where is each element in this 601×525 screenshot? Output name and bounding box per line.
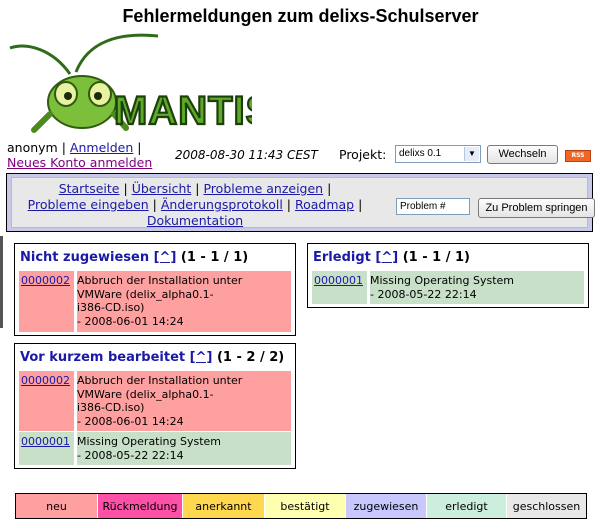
panel-collapse-link[interactable]: [^]	[190, 350, 213, 365]
issue-id-link[interactable]: 0000002	[21, 374, 70, 388]
issue-summary: Abbruch der Installation unter VMWare (d…	[77, 274, 242, 328]
issue-summary-line: i386-CD.iso)	[77, 301, 145, 314]
panel-header: Erledigt [^] (1 - 1 / 1)	[313, 250, 470, 265]
main-menu-inner: Startseite | Übersicht | Probleme anzeig…	[11, 177, 595, 229]
window-edge	[0, 236, 3, 328]
menu-item-probleme-eingeben[interactable]: Probleme eingeben	[28, 197, 149, 212]
panel-count: (1 - 1 / 1)	[402, 250, 470, 265]
panel-title: Nicht zugewiesen	[20, 250, 150, 265]
legend-feedback: Rückmeldung	[98, 494, 182, 518]
mantis-logo: MANTIS	[9, 33, 252, 134]
legend-assigned: zugewiesen	[346, 494, 426, 518]
issue-row: 0000002 Abbruch der Installation unter V…	[19, 371, 291, 431]
issue-summary-line: VMWare (delix_alpha0.1-	[77, 387, 214, 401]
issue-date: - 2008-06-01 14:24	[77, 414, 184, 428]
panel-header: Vor kurzem bearbeitet [^] (1 - 2 / 2)	[20, 350, 284, 365]
issue-date: - 2008-05-22 22:14	[77, 448, 184, 462]
login-area: anonym | Anmelden | Neues Konto anmelden	[7, 140, 152, 170]
current-datetime: 2008-08-30 11:43 CEST	[175, 148, 318, 162]
panel-count: (1 - 1 / 1)	[180, 250, 249, 265]
legend-closed: geschlossen	[507, 494, 586, 518]
problem-number-input[interactable]: Problem #	[396, 198, 470, 215]
issue-date: - 2008-05-22 22:14	[370, 287, 477, 301]
issue-summary-line: Abbruch der Installation unter	[77, 274, 243, 287]
issue-id-link[interactable]: 0000002	[21, 274, 70, 288]
issue-id-cell: 0000001	[19, 432, 74, 465]
menu-separator: |	[358, 197, 363, 212]
panel-recently-modified: Vor kurzem bearbeitet [^] (1 - 2 / 2) 00…	[14, 343, 296, 469]
register-link[interactable]: Neues Konto anmelden	[7, 155, 152, 170]
project-label: Projekt:	[339, 147, 387, 162]
legend-new: neu	[16, 494, 97, 518]
panel-unassigned: Nicht zugewiesen [^] (1 - 1 / 1) 0000002…	[14, 243, 296, 336]
issue-row: 0000001 Missing Operating System - 2008-…	[312, 271, 584, 304]
issue-id-link[interactable]: 0000001	[21, 435, 70, 449]
menu-separator: |	[327, 181, 332, 196]
status-legend: neu Rückmeldung anerkannt bestätigt zuge…	[15, 493, 587, 519]
menu-separator: |	[152, 197, 157, 212]
separator: |	[61, 140, 66, 155]
menu-item-roadmap[interactable]: Roadmap	[295, 197, 354, 212]
menu-separator: |	[123, 181, 128, 196]
issue-summary-line: Abbruch der Installation unter	[77, 374, 243, 387]
panel-title: Erledigt	[313, 250, 371, 265]
panel-count: (1 - 2 / 2)	[216, 350, 285, 365]
issue-summary: Abbruch der Installation unter VMWare (d…	[77, 374, 242, 428]
switch-project-button[interactable]: Wechseln	[487, 145, 558, 164]
issue-date: - 2008-06-01 14:24	[77, 314, 184, 328]
rss-icon[interactable]: RSS	[565, 150, 591, 162]
panel-header: Nicht zugewiesen [^] (1 - 1 / 1)	[20, 250, 248, 265]
main-menu: Startseite | Übersicht | Probleme anzeig…	[6, 173, 595, 232]
issue-id-cell: 0000002	[19, 271, 74, 332]
menu-item-startseite[interactable]: Startseite	[59, 181, 120, 196]
issue-row: 0000001 Missing Operating System - 2008-…	[19, 432, 291, 465]
jump-to-problem-button[interactable]: Zu Problem springen	[478, 198, 595, 218]
panel-title: Vor kurzem bearbeitet	[20, 350, 186, 365]
menu-item-uebersicht[interactable]: Übersicht	[132, 181, 192, 196]
issue-summary-line: Missing Operating System	[77, 435, 222, 448]
issue-summary: Missing Operating System - 2008-05-22 22…	[370, 274, 514, 301]
issue-summary-line: Missing Operating System	[370, 274, 515, 287]
menu-separator: |	[286, 197, 291, 212]
legend-resolved: erledigt	[427, 494, 506, 518]
menu-item-dokumentation[interactable]: Dokumentation	[147, 213, 243, 228]
logo-wordmark: MANTIS	[114, 89, 252, 133]
issue-id-cell: 0000001	[312, 271, 367, 304]
issue-row: 0000002 Abbruch der Installation unter V…	[19, 271, 291, 332]
issue-summary-line: i386-CD.iso)	[77, 401, 145, 414]
problem-number-placeholder: Problem #	[400, 201, 446, 212]
menu-separator: |	[195, 181, 200, 196]
issue-summary-line: VMWare (delix_alpha0.1-	[77, 287, 214, 301]
project-select[interactable]: delixs 0.1 ▼	[395, 145, 481, 163]
menu-links: Startseite | Übersicht | Probleme anzeig…	[16, 181, 374, 229]
panel-resolved: Erledigt [^] (1 - 1 / 1) 0000001 Missing…	[307, 243, 589, 308]
panel-collapse-link[interactable]: [^]	[375, 250, 398, 265]
legend-acknowledged: anerkannt	[183, 494, 264, 518]
login-link[interactable]: Anmelden	[70, 140, 133, 155]
username: anonym	[7, 140, 58, 155]
panel-collapse-link[interactable]: [^]	[154, 250, 177, 265]
project-select-value: delixs 0.1	[399, 148, 442, 159]
issue-summary: Missing Operating System - 2008-05-22 22…	[77, 435, 221, 462]
separator: |	[137, 140, 142, 155]
menu-item-aenderungsprotokoll[interactable]: Änderungsprotokoll	[161, 197, 283, 212]
chevron-down-icon[interactable]: ▼	[464, 147, 479, 161]
issue-id-link[interactable]: 0000001	[314, 274, 363, 288]
legend-confirmed: bestätigt	[265, 494, 345, 518]
menu-item-probleme-anzeigen[interactable]: Probleme anzeigen	[203, 181, 323, 196]
issue-id-cell: 0000002	[19, 371, 74, 431]
page-title: Fehlermeldungen zum delixs-Schulserver	[122, 6, 479, 26]
